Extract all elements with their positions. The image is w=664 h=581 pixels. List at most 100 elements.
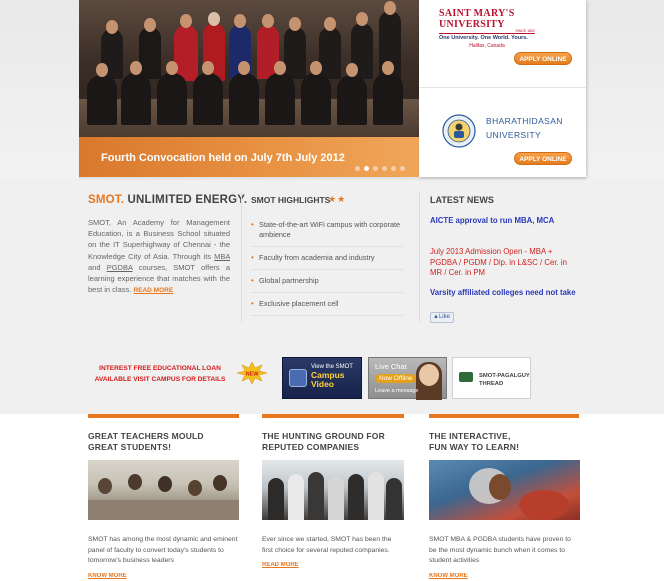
feature-column-placements: THE HUNTING GROUND FOR REPUTED COMPANIES … bbox=[262, 414, 404, 568]
photo-person bbox=[337, 75, 367, 125]
apply-online-button-smu[interactable]: APPLY ONLINE bbox=[514, 52, 572, 65]
column-text: Ever since we started, SMOT has been the… bbox=[262, 536, 392, 554]
slider-caption: Fourth Convocation held on July 7th July… bbox=[101, 152, 345, 164]
photo-person bbox=[373, 73, 403, 125]
photo-person bbox=[174, 25, 198, 81]
photo-figure bbox=[328, 476, 344, 520]
slider-dot[interactable] bbox=[373, 166, 378, 171]
photo-figure bbox=[158, 476, 172, 492]
photo-figure bbox=[188, 480, 202, 496]
column-title-line1: THE HUNTING GROUND FOR bbox=[262, 431, 385, 441]
photo-head bbox=[310, 61, 322, 75]
photo-figure bbox=[213, 475, 227, 491]
about-text: SMOT, An Academy for Management Educatio… bbox=[88, 217, 230, 296]
convocation-slider[interactable]: Fourth Convocation held on July 7th July… bbox=[79, 0, 419, 177]
slider-dot[interactable] bbox=[382, 166, 387, 171]
group-photo bbox=[262, 460, 404, 520]
column-title-line1: THE INTERACTIVE, bbox=[429, 431, 511, 441]
live-chat-label: Live Chat bbox=[375, 362, 407, 371]
photo-head bbox=[262, 14, 274, 28]
like-label: Like bbox=[438, 314, 450, 320]
column-more-link[interactable]: KNOW MORE bbox=[429, 573, 579, 579]
video-play-icon bbox=[289, 369, 307, 387]
mba-link[interactable]: MBA bbox=[214, 252, 230, 261]
column-accent-bar bbox=[429, 414, 579, 418]
leave-message-link[interactable]: Leave a message bbox=[375, 388, 418, 394]
photo-figure bbox=[368, 472, 384, 520]
slider-dot[interactable] bbox=[391, 166, 396, 171]
photo-person bbox=[193, 73, 223, 125]
about-text-2: and bbox=[88, 262, 107, 272]
photo-person bbox=[139, 27, 161, 79]
photo-figure bbox=[308, 472, 324, 520]
photo-head bbox=[166, 61, 178, 75]
slider-dot[interactable] bbox=[355, 166, 360, 171]
photo-head bbox=[180, 14, 192, 28]
photo-figure bbox=[489, 474, 511, 500]
smu-name: SAINT MARY'S UNIVERSITY bbox=[439, 8, 515, 30]
burst-label: NEW bbox=[246, 372, 260, 378]
news-item[interactable]: Varsity affiliated colleges need not tak… bbox=[430, 288, 580, 299]
about-read-more-link[interactable]: READ MORE bbox=[133, 287, 173, 294]
photo-person bbox=[157, 73, 187, 125]
bu-name-line2: UNIVERSITY bbox=[486, 130, 542, 140]
educational-loan-notice: INTEREST FREE EDUCATIONAL LOAN AVAILABLE… bbox=[85, 363, 235, 385]
slider-pagination[interactable] bbox=[355, 166, 405, 171]
photo-desks bbox=[88, 500, 239, 520]
photo-figure bbox=[128, 474, 142, 490]
new-burst-icon: NEW bbox=[237, 362, 267, 384]
photo-head bbox=[96, 63, 108, 77]
news-item[interactable]: July 2013 Admission Open - MBA + PGDBA /… bbox=[430, 247, 580, 279]
activity-photo bbox=[429, 460, 580, 520]
partner-bharathidasan[interactable]: BHARATHIDASAN UNIVERSITY APPLY ONLINE bbox=[419, 88, 586, 177]
chat-agent-face bbox=[419, 364, 439, 386]
photo-figure bbox=[288, 474, 304, 520]
pgdba-link[interactable]: PGDBA bbox=[107, 263, 133, 272]
column-accent-bar bbox=[262, 414, 404, 418]
photo-head bbox=[202, 61, 214, 75]
news-item[interactable]: AICTE approval to run MBA, MCA bbox=[430, 216, 580, 227]
loan-line2: AVAILABLE VISIT CAMPUS FOR DETAILS bbox=[94, 376, 226, 383]
pagalguy-line2: THREAD bbox=[479, 381, 504, 387]
pagalguy-thread-banner[interactable]: SMOT-PAGALGUY THREAD bbox=[452, 357, 531, 399]
partner-universities-panel: SAINT MARY'S UNIVERSITY SINCE 1802 One U… bbox=[419, 0, 586, 177]
column-title: GREAT TEACHERS MOULD GREAT STUDENTS! bbox=[88, 431, 239, 453]
photo-head bbox=[289, 17, 301, 31]
photo-figure bbox=[98, 478, 112, 494]
apply-online-button-bharathidasan[interactable]: APPLY ONLINE bbox=[514, 152, 572, 165]
photo-person bbox=[319, 27, 341, 79]
photo-head bbox=[144, 18, 156, 32]
photo-figure bbox=[386, 478, 402, 520]
about-heading: SMOT. UNLIMITED ENERGY. bbox=[88, 194, 247, 206]
photo-head bbox=[384, 1, 396, 15]
column-text: SMOT has among the most dynamic and emin… bbox=[88, 536, 238, 564]
photo-person bbox=[87, 75, 117, 125]
column-title: THE INTERACTIVE, FUN WAY TO LEARN! bbox=[429, 431, 579, 453]
pagalguy-label: SMOT-PAGALGUY THREAD bbox=[479, 372, 530, 388]
facebook-like-button[interactable]: ▲Like bbox=[430, 312, 454, 323]
photo-head bbox=[274, 61, 286, 75]
loan-line1: INTEREST FREE EDUCATIONAL LOAN bbox=[99, 365, 221, 372]
photo-person bbox=[284, 27, 306, 79]
photo-figure bbox=[268, 478, 284, 520]
column-more-link[interactable]: KNOW MORE bbox=[88, 573, 239, 579]
photo-figure bbox=[348, 474, 364, 520]
bu-name-line1: BHARATHIDASAN bbox=[486, 116, 563, 126]
photo-head bbox=[324, 17, 336, 31]
campus-video-banner[interactable]: View the SMOT Campus Video bbox=[282, 357, 362, 399]
column-more-link[interactable]: READ MORE bbox=[262, 562, 404, 568]
slider-dot[interactable] bbox=[364, 166, 369, 171]
photo-head bbox=[234, 14, 246, 28]
highlight-item: Faculty from academia and industry bbox=[251, 247, 404, 270]
live-chat-banner[interactable]: Live Chat Now Offline Leave a message bbox=[368, 357, 447, 400]
photo-person bbox=[265, 73, 295, 125]
feature-column-activities: THE INTERACTIVE, FUN WAY TO LEARN! SMOT M… bbox=[429, 414, 580, 579]
photo-head bbox=[106, 20, 118, 34]
smu-tagline: One University. One World. Yours. bbox=[439, 33, 535, 41]
campus-line3: Video bbox=[311, 379, 334, 389]
photo-person bbox=[229, 73, 259, 125]
slider-dot[interactable] bbox=[400, 166, 405, 171]
partner-saint-marys[interactable]: SAINT MARY'S UNIVERSITY SINCE 1802 One U… bbox=[419, 0, 586, 88]
column-text: SMOT MBA & PGDBA students have proven to… bbox=[429, 536, 571, 564]
column-title: THE HUNTING GROUND FOR REPUTED COMPANIES bbox=[262, 431, 404, 453]
